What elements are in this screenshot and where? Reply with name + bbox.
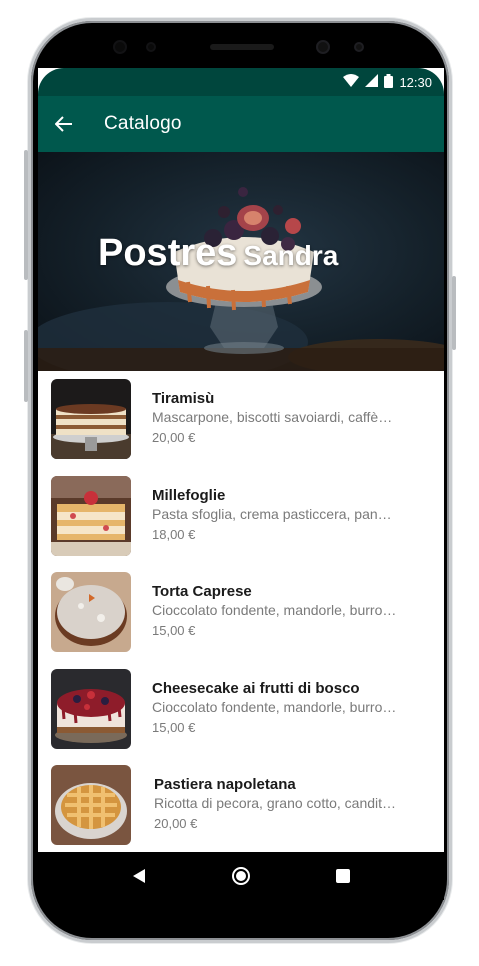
signal-icon [365, 74, 379, 90]
cheesecake-image [51, 668, 131, 749]
hero-banner: Postres Sandra [38, 152, 444, 371]
front-camera [316, 40, 330, 54]
power-button [24, 330, 28, 402]
earpiece-speaker [210, 44, 274, 50]
wifi-icon [343, 74, 360, 90]
list-item[interactable]: Millefoglie Pasta sfoglia, crema pasticc… [38, 468, 444, 565]
side-button-right [452, 276, 456, 350]
status-time: 12:30 [399, 74, 432, 90]
item-price: 20,00 € [152, 430, 196, 446]
volume-button [24, 150, 28, 280]
catalog-list: Tiramisù Mascarpone, biscotti savoiardi,… [38, 371, 444, 852]
millefoglie-image [51, 475, 131, 556]
item-price: 18,00 € [152, 526, 196, 542]
item-name: Cheesecake ai frutti di bosco [152, 679, 360, 697]
item-price: 15,00 € [152, 719, 196, 735]
item-info: Pastiera napoletana Ricotta di pecora, g… [154, 775, 414, 835]
sensor-left-2 [146, 42, 156, 52]
torta-caprese-image [51, 572, 131, 653]
page-title: Catalogo [104, 113, 182, 134]
item-description: Mascarpone, biscotti savoiardi, caffè… [152, 409, 393, 426]
list-item[interactable]: Pastiera napoletana Ricotta di pecora, g… [38, 757, 444, 852]
tiramisu-image [51, 379, 131, 460]
pastiera-image [51, 765, 131, 846]
item-info: Cheesecake ai frutti di bosco Cioccolato… [152, 679, 412, 739]
list-item[interactable]: Torta Caprese Cioccolato fondente, mando… [38, 564, 444, 661]
item-info: Tiramisù Mascarpone, biscotti savoiardi,… [152, 389, 412, 449]
battery-icon [384, 73, 394, 91]
status-bar: 12:30 [38, 68, 444, 96]
system-nav-bar [38, 852, 444, 900]
home-circle-icon[interactable] [229, 864, 253, 888]
hero-title: Postres Sandra [98, 232, 338, 275]
screen: 12:30 Catalogo Postres Sandra Tiramisù M… [38, 68, 444, 852]
item-name: Millefoglie [152, 486, 226, 504]
item-description: Pasta sfoglia, crema pasticcera, panna… [152, 505, 397, 522]
arrow-left-icon[interactable] [52, 112, 76, 136]
hero-title-sub: Sandra [243, 240, 339, 271]
item-name: Torta Caprese [152, 583, 252, 601]
item-description: Cioccolato fondente, mandorle, burro… [152, 698, 397, 715]
item-price: 15,00 € [152, 623, 196, 639]
sensor-left [113, 40, 127, 54]
sensor [354, 42, 364, 52]
item-name: Pastiera napoletana [154, 776, 296, 794]
recents-square-icon[interactable] [331, 864, 355, 888]
item-description: Ricotta di pecora, grano cotto, canditi… [154, 795, 399, 812]
list-item[interactable]: Cheesecake ai frutti di bosco Cioccolato… [38, 661, 444, 758]
item-info: Millefoglie Pasta sfoglia, crema pasticc… [152, 486, 412, 546]
item-info: Torta Caprese Cioccolato fondente, mando… [152, 582, 412, 642]
item-name: Tiramisù [152, 390, 215, 408]
item-description: Cioccolato fondente, mandorle, burro… [152, 602, 397, 619]
back-triangle-icon[interactable] [127, 864, 151, 888]
hero-title-main: Postres [98, 232, 238, 274]
list-item[interactable]: Tiramisù Mascarpone, biscotti savoiardi,… [38, 371, 444, 468]
app-bar: Catalogo [38, 96, 444, 152]
item-price: 20,00 € [154, 816, 198, 832]
